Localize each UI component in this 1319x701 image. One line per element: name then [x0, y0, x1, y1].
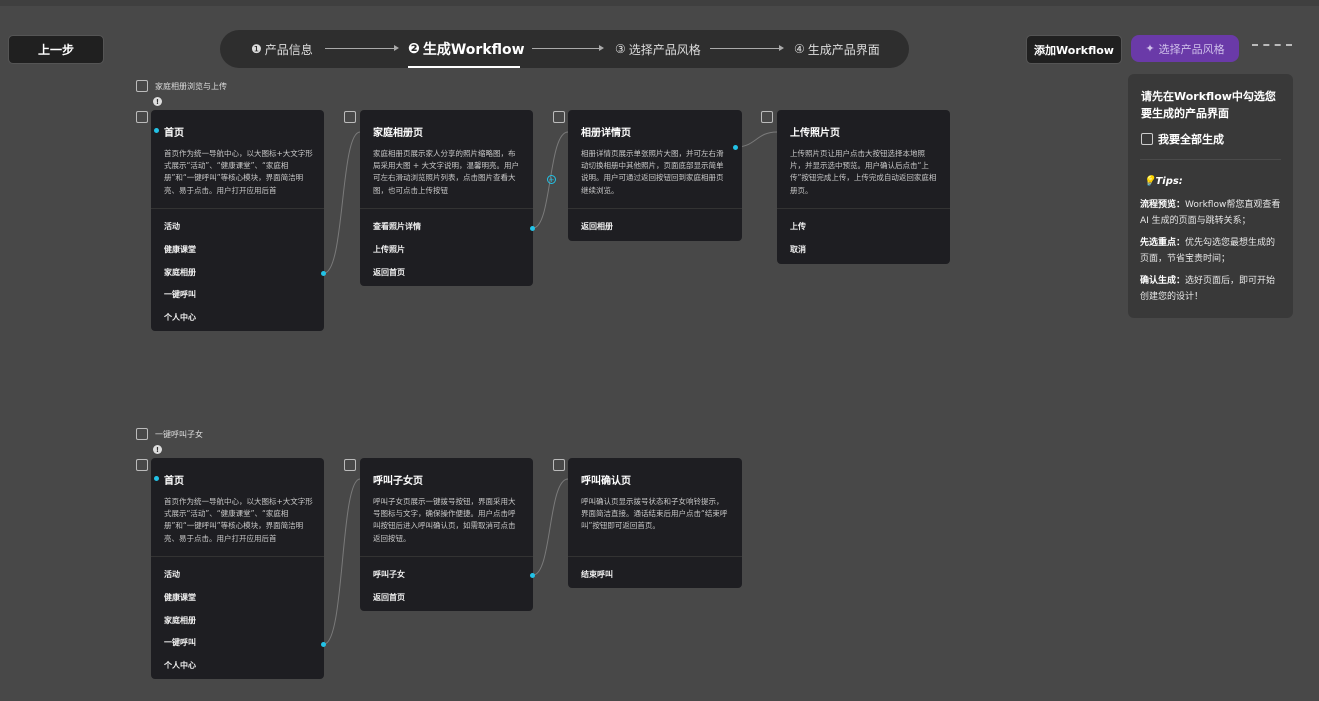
action-item[interactable]: 取消 — [790, 244, 806, 267]
action-item[interactable]: 结束呼叫 — [581, 569, 613, 592]
group-checkbox[interactable] — [136, 428, 148, 440]
tip-heading: 确认生成： — [1140, 276, 1186, 286]
card-actions: 返回相册 — [581, 221, 613, 244]
card-description: 呼叫子女页展示一键拨号按钮，界面采用大号图标与文字，确保操作便捷。用户点击呼叫按… — [373, 497, 516, 543]
link-add-icon[interactable]: + — [547, 175, 556, 184]
workflow-card[interactable]: 家庭相册页 家庭相册页展示家人分享的照片缩略图，布局采用大图 + 大文字说明，温… — [360, 110, 533, 286]
card-checkbox[interactable] — [344, 459, 356, 471]
panel-title: 请先在Workflow中勾选您要生成的产品界面 — [1141, 90, 1276, 120]
action-item[interactable]: 返回首页 — [373, 592, 405, 615]
group-label: 一键呼叫子女 — [155, 430, 203, 439]
card-actions: 活动 健康课堂 家庭相册 一键呼叫 个人中心 — [164, 569, 196, 683]
divider — [360, 556, 533, 557]
action-item[interactable]: 个人中心 — [164, 660, 196, 683]
link-handle[interactable] — [321, 271, 326, 276]
generate-all-label: 我要全部生成 — [1158, 133, 1224, 146]
divider — [1140, 159, 1281, 160]
tip-item: 先选重点：优先勾选您最想生成的页面，节省宝贵时间； — [1140, 235, 1283, 267]
workflow-card[interactable]: 首页 首页作为统一导航中心，以大图标+大文字形式展示“活动”、“健康课堂”、“家… — [151, 458, 324, 679]
action-item[interactable]: 上传照片 — [373, 244, 421, 267]
action-item[interactable]: 上传 — [790, 221, 806, 244]
card-title: 呼叫确认页 — [581, 476, 631, 487]
action-item[interactable]: 活动 — [164, 221, 196, 244]
generate-all-checkbox[interactable]: 我要全部生成 — [1141, 131, 1224, 147]
card-description: 上传照片页让用户点击大按钮选择本地照片，并显示选中预览。用户确认后点击“上传”按… — [790, 149, 937, 195]
action-item[interactable]: 一键呼叫 — [164, 637, 196, 660]
card-title: 首页 — [164, 476, 184, 487]
card-actions: 活动 健康课堂 家庭相册 一键呼叫 个人中心 — [164, 221, 196, 335]
workflow-card[interactable]: 呼叫确认页 呼叫确认页显示拨号状态和子女响铃提示，界面简洁直接。通话结束后用户点… — [568, 458, 742, 588]
workflow-card[interactable]: 相册详情页 相册详情页展示单张照片大图，并可左右滑动切换相册中其他照片，页面底部… — [568, 110, 742, 241]
checkbox-box[interactable] — [1141, 133, 1153, 145]
card-checkbox[interactable] — [761, 111, 773, 123]
divider — [151, 208, 324, 209]
group-label: 家庭相册浏览与上传 — [155, 82, 227, 91]
card-title: 家庭相册页 — [373, 128, 423, 139]
card-checkbox[interactable] — [136, 459, 148, 471]
tips-panel: 请先在Workflow中勾选您要生成的产品界面 我要全部生成 💡Tips: 流程… — [1128, 74, 1293, 318]
action-item[interactable]: 家庭相册 — [164, 615, 196, 638]
divider — [568, 556, 742, 557]
workflow-card[interactable]: 上传照片页 上传照片页让用户点击大按钮选择本地照片，并显示选中预览。用户确认后点… — [777, 110, 950, 264]
link-handle[interactable] — [530, 573, 535, 578]
tip-heading: 先选重点： — [1140, 238, 1186, 248]
link-handle[interactable] — [530, 226, 535, 231]
action-item[interactable]: 返回首页 — [373, 267, 421, 290]
card-description: 首页作为统一导航中心，以大图标+大文字形式展示“活动”、“健康课堂”、“家庭相册… — [164, 497, 313, 543]
action-item[interactable]: 家庭相册 — [164, 267, 196, 290]
divider — [568, 208, 742, 209]
card-actions: 结束呼叫 — [581, 569, 613, 592]
entry-dot — [154, 128, 159, 133]
action-item[interactable]: 健康课堂 — [164, 244, 196, 267]
card-title: 上传照片页 — [790, 128, 840, 139]
card-checkbox[interactable] — [136, 111, 148, 123]
tip-heading: 流程预览： — [1140, 200, 1186, 210]
divider — [151, 556, 324, 557]
tips-title: 💡Tips: — [1143, 176, 1183, 187]
action-item[interactable]: 呼叫子女 — [373, 569, 405, 592]
group-checkbox[interactable] — [136, 80, 148, 92]
card-checkbox[interactable] — [553, 111, 565, 123]
card-actions: 上传 取消 — [790, 221, 806, 267]
card-checkbox[interactable] — [553, 459, 565, 471]
divider — [360, 208, 533, 209]
card-description: 首页作为统一导航中心，以大图标+大文字形式展示“活动”、“健康课堂”、“家庭相册… — [164, 149, 313, 195]
card-actions: 查看照片详情 上传照片 返回首页 — [373, 221, 421, 289]
action-item[interactable]: 返回相册 — [581, 221, 613, 244]
info-icon[interactable]: ! — [153, 445, 162, 454]
workflow-card[interactable]: 首页 首页作为统一导航中心，以大图标+大文字形式展示“活动”、“健康课堂”、“家… — [151, 110, 324, 331]
link-handle[interactable] — [733, 145, 738, 150]
divider — [777, 208, 950, 209]
entry-dot — [154, 476, 159, 481]
info-icon[interactable]: ! — [153, 97, 162, 106]
card-actions: 呼叫子女 返回首页 — [373, 569, 405, 615]
card-checkbox[interactable] — [344, 111, 356, 123]
link-handle[interactable] — [321, 642, 326, 647]
action-item[interactable]: 查看照片详情 — [373, 221, 421, 244]
action-item[interactable]: 健康课堂 — [164, 592, 196, 615]
card-description: 家庭相册页展示家人分享的照片缩略图，布局采用大图 + 大文字说明，温馨明亮。用户… — [373, 149, 520, 195]
tip-item: 流程预览：Workflow帮您直观查看 AI 生成的页面与跳转关系； — [1140, 197, 1283, 229]
action-item[interactable]: 个人中心 — [164, 312, 196, 335]
tip-item: 确认生成：选好页面后，即可开始创建您的设计！ — [1140, 273, 1283, 305]
workflow-card[interactable]: 呼叫子女页 呼叫子女页展示一键拨号按钮，界面采用大号图标与文字，确保操作便捷。用… — [360, 458, 533, 611]
card-title: 呼叫子女页 — [373, 476, 423, 487]
card-description: 相册详情页展示单张照片大图，并可左右滑动切换相册中其他照片，页面底部显示简单说明… — [581, 149, 724, 195]
action-item[interactable]: 一键呼叫 — [164, 289, 196, 312]
card-title: 相册详情页 — [581, 128, 631, 139]
action-item[interactable]: 活动 — [164, 569, 196, 592]
card-description: 呼叫确认页显示拨号状态和子女响铃提示，界面简洁直接。通话结束后用户点击“结束呼叫… — [581, 497, 728, 531]
card-title: 首页 — [164, 128, 184, 139]
